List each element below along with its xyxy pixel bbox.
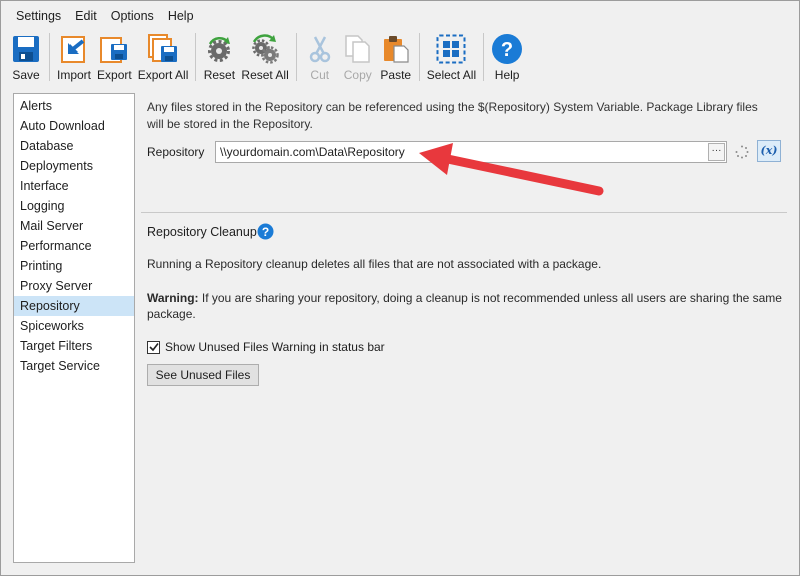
nav-item-logging[interactable]: Logging: [14, 196, 134, 216]
cut-button[interactable]: Cut: [301, 31, 339, 85]
menu-bar: Settings Edit Options Help: [1, 1, 799, 31]
reset-label: Reset: [203, 68, 236, 82]
toolbar: Save Import Export Export All Reset Rese…: [1, 31, 799, 87]
reset-all-gears-icon: [249, 33, 281, 65]
nav-item-repository[interactable]: Repository: [14, 296, 134, 316]
cut-label: Cut: [310, 68, 330, 82]
repository-path-field[interactable]: \\yourdomain.com\Data\Repository: [215, 141, 727, 163]
select-all-label: Select All: [426, 68, 477, 82]
menu-settings[interactable]: Settings: [9, 5, 68, 27]
menu-options[interactable]: Options: [104, 5, 161, 27]
toolbar-separator: [483, 33, 485, 81]
import-button[interactable]: Import: [54, 31, 94, 85]
warning-label: Warning:: [147, 291, 199, 305]
help-button[interactable]: ? Help: [488, 31, 526, 85]
insert-variable-button[interactable]: (x): [757, 140, 781, 162]
import-icon: [58, 33, 90, 65]
nav-item-printing[interactable]: Printing: [14, 256, 134, 276]
nav-item-proxy-server[interactable]: Proxy Server: [14, 276, 134, 296]
svg-text:?: ?: [501, 39, 513, 61]
nav-item-alerts[interactable]: Alerts: [14, 96, 134, 116]
browse-button[interactable]: ···: [708, 143, 725, 161]
loading-spinner-icon: [735, 145, 749, 159]
nav-item-target-filters[interactable]: Target Filters: [14, 336, 134, 356]
nav-item-deployments[interactable]: Deployments: [14, 156, 134, 176]
copy-icon: [342, 33, 374, 65]
select-all-button[interactable]: Select All: [424, 31, 479, 85]
nav-item-spiceworks[interactable]: Spiceworks: [14, 316, 134, 336]
cleanup-warning: Warning: If you are sharing your reposit…: [147, 290, 783, 322]
unused-files-warning-label: Show Unused Files Warning in status bar: [165, 340, 385, 354]
export-button[interactable]: Export: [94, 31, 135, 85]
section-divider: [141, 212, 787, 213]
save-button[interactable]: Save: [7, 31, 45, 85]
help-circle-icon[interactable]: ?: [257, 223, 274, 240]
nav-item-auto-download[interactable]: Auto Download: [14, 116, 134, 136]
nav-item-target-service[interactable]: Target Service: [14, 356, 134, 376]
nav-item-database[interactable]: Database: [14, 136, 134, 156]
warning-text: If you are sharing your repository, doin…: [147, 291, 782, 321]
export-all-icon: [147, 33, 179, 65]
clipboard-icon: [380, 33, 412, 65]
see-unused-files-button[interactable]: See Unused Files: [147, 364, 259, 386]
nav-item-mail-server[interactable]: Mail Server: [14, 216, 134, 236]
nav-item-performance[interactable]: Performance: [14, 236, 134, 256]
reset-all-label: Reset All: [241, 68, 289, 82]
repository-description: Any files stored in the Repository can b…: [147, 100, 758, 131]
repository-label: Repository: [147, 145, 205, 159]
export-icon: [98, 33, 130, 65]
save-icon: [10, 33, 42, 65]
menu-edit[interactable]: Edit: [68, 5, 104, 27]
menu-help[interactable]: Help: [161, 5, 201, 27]
reset-gear-icon: [203, 33, 235, 65]
save-label: Save: [12, 68, 40, 82]
help-label: Help: [494, 68, 520, 82]
export-all-label: Export All: [137, 68, 189, 82]
cleanup-description: Running a Repository cleanup deletes all…: [147, 257, 602, 271]
settings-nav-list: Alerts Auto Download Database Deployment…: [13, 93, 135, 563]
select-all-icon: [435, 33, 467, 65]
checkmark-icon: [148, 343, 159, 352]
unused-files-warning-option[interactable]: Show Unused Files Warning in status bar: [147, 340, 385, 354]
copy-button[interactable]: Copy: [339, 31, 377, 85]
cleanup-section-title: Repository Cleanup: [147, 225, 257, 239]
export-all-button[interactable]: Export All: [135, 31, 192, 85]
repository-settings-panel: Any files stored in the Repository can b…: [141, 93, 789, 563]
help-question-icon: ?: [491, 33, 523, 65]
app-window: Settings Edit Options Help Save Import E…: [0, 0, 800, 576]
reset-button[interactable]: Reset: [200, 31, 238, 85]
svg-text:?: ?: [262, 225, 269, 239]
copy-label: Copy: [343, 68, 372, 82]
export-label: Export: [97, 68, 132, 82]
toolbar-separator: [418, 33, 420, 81]
nav-item-interface[interactable]: Interface: [14, 176, 134, 196]
toolbar-separator: [195, 33, 197, 81]
paste-button[interactable]: Paste: [377, 31, 415, 85]
toolbar-separator: [49, 33, 50, 81]
reset-all-button[interactable]: Reset All: [238, 31, 291, 85]
scissors-icon: [304, 33, 336, 65]
unused-files-warning-checkbox[interactable]: [147, 340, 160, 354]
import-label: Import: [57, 68, 92, 82]
toolbar-separator: [295, 33, 297, 81]
paste-label: Paste: [380, 68, 412, 82]
